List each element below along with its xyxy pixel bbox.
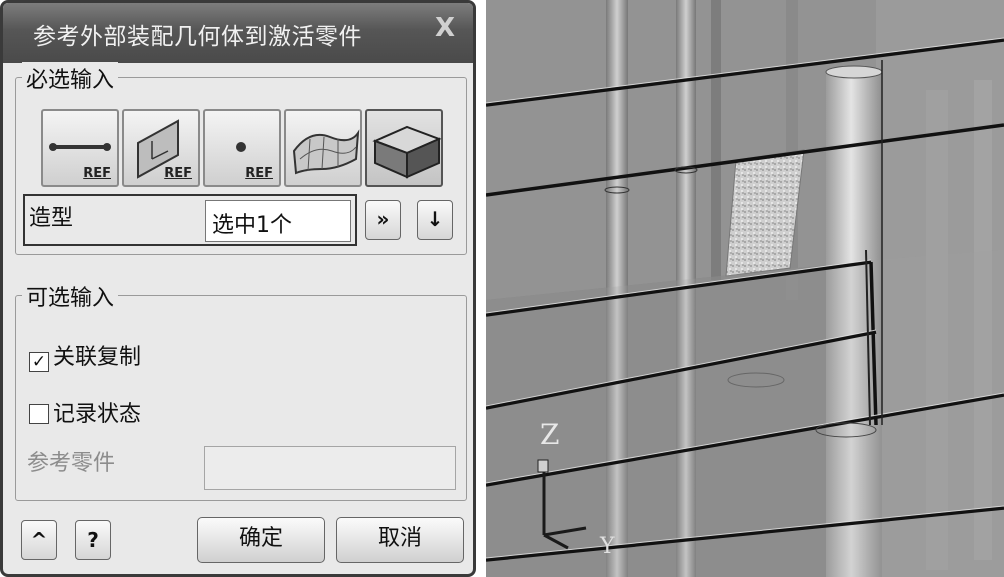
filter-toolbar: REF REF REF <box>25 109 443 187</box>
solid-filter-button[interactable] <box>365 109 443 187</box>
axis-y-label: Y <box>600 534 615 559</box>
expand-list-button[interactable]: » <box>365 200 401 240</box>
face-filter-button[interactable]: REF <box>122 109 200 187</box>
help-button[interactable]: ? <box>75 520 111 560</box>
surface-filter-button[interactable] <box>284 109 362 187</box>
point-filter-button[interactable]: REF <box>203 109 281 187</box>
ok-button[interactable]: 确定 <box>197 517 325 563</box>
edge-ref-label: REF <box>83 166 111 181</box>
record-state-label: 记录状态 <box>53 402 142 427</box>
reference-part-field <box>204 446 456 490</box>
cancel-button[interactable]: 取消 <box>336 517 464 563</box>
record-state-checkbox[interactable] <box>29 404 49 424</box>
reference-geometry-dialog: 参考外部装配几何体到激活零件 X 必选输入 REF REF REF 造型 选中1… <box>0 0 476 577</box>
shape-label: 造型 <box>29 206 74 231</box>
dialog-titlebar[interactable]: 参考外部装配几何体到激活零件 X <box>3 3 473 63</box>
shape-selection-value[interactable]: 选中1个 <box>205 200 351 242</box>
associative-copy-label: 关联复制 <box>53 345 142 370</box>
move-down-button[interactable]: ↓ <box>417 200 453 240</box>
required-input-title: 必选输入 <box>22 62 119 94</box>
surface-icon <box>292 129 360 175</box>
associative-copy-checkbox[interactable]: ✓ <box>29 352 49 372</box>
model-scene <box>486 0 1004 577</box>
face-ref-label: REF <box>164 166 192 181</box>
point-ref-label: REF <box>245 166 273 181</box>
axis-z-label: Z <box>540 418 560 451</box>
panel-gap <box>476 0 486 577</box>
solid-icon <box>372 125 442 179</box>
close-button[interactable]: X <box>435 13 455 43</box>
collapse-button[interactable]: ^ <box>21 520 57 560</box>
dialog-title: 参考外部装配几何体到激活零件 <box>33 24 362 50</box>
optional-input-title: 可选输入 <box>22 280 119 312</box>
shape-selection-row[interactable]: 造型 选中1个 <box>23 194 357 246</box>
edge-filter-button[interactable]: REF <box>41 109 119 187</box>
graphics-viewport[interactable]: Z Y <box>486 0 1004 577</box>
associative-copy-option[interactable]: ✓ 关联复制 <box>29 339 141 372</box>
reference-part-label: 参考零件 <box>27 451 116 476</box>
record-state-option[interactable]: 记录状态 <box>29 396 141 428</box>
